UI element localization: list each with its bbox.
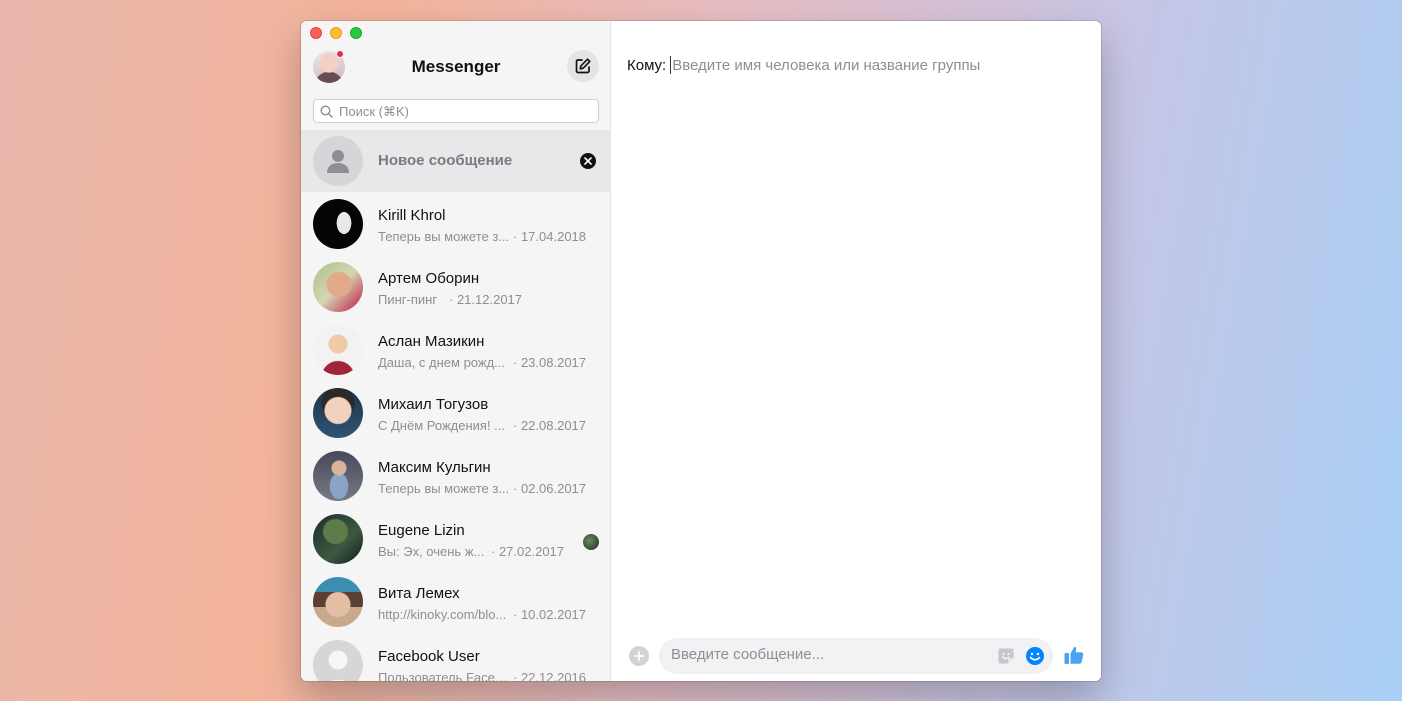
recipient-label: Кому:: [627, 56, 667, 74]
plus-icon[interactable]: [629, 646, 649, 666]
conversation-name: Eugene Lizin: [378, 522, 465, 539]
new-message-item[interactable]: Новое сообщение: [301, 130, 610, 192]
conversation-date: · 23.08.2017: [513, 355, 587, 370]
avatar: [313, 514, 363, 564]
conversation-preview: Пользователь Faceb...: [378, 670, 510, 681]
avatar: [313, 451, 363, 501]
conversation-list: Kirill Khrol Теперь вы можете з... · 17.…: [301, 192, 610, 681]
search-input[interactable]: [339, 103, 589, 119]
window-minimize-button[interactable]: [330, 27, 342, 39]
conversation-preview: Пинг-пинг: [378, 292, 438, 307]
compose-icon: [575, 58, 591, 74]
search-box[interactable]: [313, 99, 599, 123]
conversation-preview: Даша, с днем рожд...: [378, 355, 506, 370]
conversation-date: · 17.04.2018: [513, 229, 587, 244]
conversation-item[interactable]: Артем Оборин Пинг-пинг · 21.12.2017: [301, 255, 610, 318]
conversation-date: · 22.12.2016: [513, 670, 587, 681]
app-title: Messenger: [411, 57, 501, 76]
conversation-preview: Теперь вы можете з...: [378, 229, 510, 244]
conversation-name: Kirill Khrol: [378, 207, 446, 224]
conversation-item[interactable]: Михаил Тогузов С Днём Рождения! ... · 22…: [301, 381, 610, 444]
seen-indicator-avatar: [583, 534, 599, 550]
conversation-item[interactable]: Максим Кульгин Теперь вы можете з... · 0…: [301, 444, 610, 507]
window-controls: [310, 27, 362, 39]
conversation-date: · 22.08.2017: [513, 418, 587, 433]
conversation-name: Максим Кульгин: [378, 459, 491, 476]
conversation-name: Facebook User: [378, 648, 480, 665]
avatar: [313, 640, 363, 681]
sidebar: Messenger Новое сообщение: [301, 21, 611, 681]
conversation-item[interactable]: Facebook User Пользователь Faceb... · 22…: [301, 633, 610, 681]
conversation-preview: Теперь вы можете з...: [378, 481, 510, 496]
thumbs-up-icon[interactable]: [1063, 644, 1085, 666]
window-maximize-button[interactable]: [350, 27, 362, 39]
conversation-pane: Кому:: [611, 21, 1101, 681]
search-icon: [320, 104, 333, 118]
sidebar-header: Messenger: [301, 49, 610, 85]
recipient-row: Кому:: [627, 56, 1053, 74]
close-icon[interactable]: [580, 153, 596, 169]
conversation-name: Михаил Тогузов: [378, 396, 489, 413]
person-icon: [313, 136, 363, 186]
recipient-input[interactable]: [672, 56, 1053, 74]
conversation-name: Вита Лемех: [378, 585, 460, 602]
message-input[interactable]: [671, 646, 991, 663]
conversation-item[interactable]: Вита Лемех http://kinoky.com/blo... · 10…: [301, 570, 610, 633]
compose-button[interactable]: [567, 50, 599, 82]
sticker-icon[interactable]: [997, 647, 1015, 665]
conversation-preview: С Днём Рождения! ...: [378, 418, 505, 433]
conversation-date: · 27.02.2017: [491, 544, 565, 559]
avatar: [313, 199, 363, 249]
conversation-item[interactable]: Eugene Lizin Вы: Эх, очень ж... · 27.02.…: [301, 507, 610, 570]
conversation-date: · 10.02.2017: [513, 607, 587, 622]
conversation-date: · 02.06.2017: [513, 481, 587, 496]
conversation-name: Аслан Мазикин: [378, 333, 485, 350]
conversation-item[interactable]: Kirill Khrol Теперь вы можете з... · 17.…: [301, 192, 610, 255]
conversation-preview: Вы: Эх, очень ж...: [378, 544, 485, 559]
avatar: [313, 577, 363, 627]
conversation-item[interactable]: Аслан Мазикин Даша, с днем рожд... · 23.…: [301, 318, 610, 381]
emoji-icon[interactable]: [1025, 646, 1045, 666]
avatar: [313, 262, 363, 312]
new-message-label: Новое сообщение: [378, 152, 513, 169]
conversation-name: Артем Оборин: [378, 270, 480, 287]
text-caret: [670, 56, 672, 74]
conversation-preview: http://kinoky.com/blo...: [378, 607, 507, 622]
message-composer: [611, 637, 1101, 675]
avatar: [313, 388, 363, 438]
message-box[interactable]: [659, 638, 1053, 674]
avatar: [313, 325, 363, 375]
window-close-button[interactable]: [310, 27, 322, 39]
conversation-date: · 21.12.2017: [449, 292, 523, 307]
messenger-window: Messenger Новое сообщение: [301, 21, 1101, 681]
